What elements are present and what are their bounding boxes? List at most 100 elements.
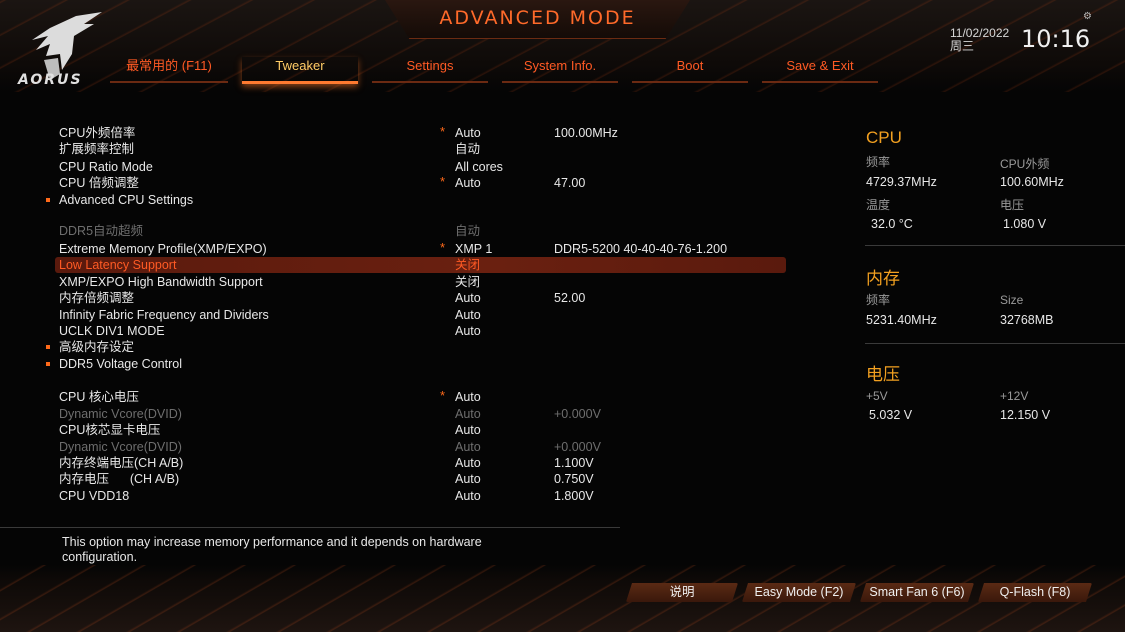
sidebar-memory-title: 内存: [866, 269, 900, 288]
setting-value[interactable]: Auto: [455, 290, 481, 306]
setting-row[interactable]: CPU 核心电压 * Auto: [0, 388, 790, 405]
setting-value[interactable]: Auto: [455, 389, 481, 405]
setting-value: Auto: [455, 440, 481, 454]
help-button[interactable]: 说明: [626, 583, 738, 602]
submenu-row[interactable]: Advanced CPU Settings: [0, 192, 790, 208]
cpu-volt-label: 电压: [1000, 198, 1025, 212]
tab-settings[interactable]: Settings: [372, 57, 488, 83]
setting-value[interactable]: Auto: [455, 323, 481, 339]
mem-size-value: 32768MB: [1000, 313, 1054, 327]
cpu-temp-value: 32.0 °C: [871, 217, 913, 231]
setting-value[interactable]: 自动: [455, 141, 480, 157]
setting-value[interactable]: All cores: [455, 159, 503, 175]
setting-label: Infinity Fabric Frequency and Dividers: [59, 308, 269, 322]
tab-system-info[interactable]: System Info.: [502, 57, 618, 83]
setting-current: 47.00: [554, 176, 586, 190]
setting-label: CPU Ratio Mode: [59, 160, 153, 174]
submenu-label: DDR5 Voltage Control: [59, 357, 182, 371]
cpu-bclk-value: 100.60MHz: [1000, 175, 1064, 189]
setting-label: UCLK DIV1 MODE: [59, 324, 165, 338]
setting-label: Dynamic Vcore(DVID): [59, 440, 182, 454]
setting-row[interactable]: CPU 倍频调整 * Auto 47.00: [0, 174, 790, 191]
setting-value[interactable]: Auto: [455, 488, 481, 504]
setting-value[interactable]: Auto: [455, 175, 481, 191]
star-icon: *: [440, 240, 446, 255]
setting-value[interactable]: 关闭: [455, 257, 480, 273]
setting-label: Extreme Memory Profile(XMP/EXPO): [59, 242, 267, 256]
setting-row[interactable]: CPU核芯显卡电压 Auto: [0, 422, 790, 438]
tab-save-exit[interactable]: Save & Exit: [762, 57, 878, 83]
v5-value: 5.032 V: [869, 408, 913, 422]
setting-label: XMP/EXPO High Bandwidth Support: [59, 275, 263, 289]
setting-value[interactable]: Auto: [455, 455, 481, 471]
setting-current: +0.000V: [554, 440, 601, 454]
setting-row: Dynamic Vcore(DVID) Auto +0.000V: [0, 406, 790, 422]
mem-freq-label: 频率: [866, 293, 891, 307]
gear-icon[interactable]: ⚙: [1083, 11, 1092, 22]
star-icon: *: [440, 124, 446, 139]
date-display: 11/02/2022 周三: [950, 27, 1009, 53]
submenu-label: 高级内存设定: [59, 340, 135, 354]
setting-label: Low Latency Support: [59, 258, 177, 272]
mode-title: ADVANCED MODE: [439, 7, 636, 29]
setting-current: 52.00: [554, 291, 586, 305]
cpu-temp-label: 温度: [866, 198, 891, 212]
setting-label: CPU核芯显卡电压: [59, 423, 161, 437]
setting-label: CPU 倍频调整: [59, 176, 139, 190]
setting-current: DDR5-5200 40-40-40-76-1.200: [554, 242, 728, 256]
setting-row[interactable]: Infinity Fabric Frequency and Dividers A…: [0, 307, 790, 323]
setting-current: 1.100V: [554, 456, 594, 470]
weekday: 周三: [950, 39, 975, 53]
sidebar-divider: [865, 343, 1125, 344]
q-flash-button[interactable]: Q-Flash (F8): [978, 583, 1092, 602]
setting-row[interactable]: Extreme Memory Profile(XMP/EXPO) * XMP 1…: [0, 240, 790, 257]
smart-fan-button[interactable]: Smart Fan 6 (F6): [860, 583, 974, 602]
setting-row-selected[interactable]: Low Latency Support 关闭: [55, 257, 786, 273]
setting-value[interactable]: Auto: [455, 471, 481, 487]
logo-text: AORUS: [18, 72, 83, 88]
setting-label: CPU外频倍率: [59, 126, 136, 140]
cpu-bclk-label: CPU外频: [1000, 157, 1050, 171]
setting-value[interactable]: Auto: [455, 307, 481, 323]
submenu-label: Advanced CPU Settings: [59, 193, 194, 207]
submenu-bullet-icon: [46, 345, 50, 349]
setting-row[interactable]: CPU VDD18 Auto 1.800V: [0, 488, 790, 504]
submenu-row[interactable]: DDR5 Voltage Control: [0, 356, 790, 372]
setting-row[interactable]: 内存电压 (CH A/B) Auto 0.750V: [0, 471, 790, 487]
cpu-freq-label: 频率: [866, 155, 891, 169]
setting-label: Dynamic Vcore(DVID): [59, 407, 182, 421]
setting-value[interactable]: Auto: [455, 422, 481, 438]
setting-value: Auto: [455, 407, 481, 421]
setting-row[interactable]: 扩展频率控制 自动: [0, 141, 790, 157]
tab-favorites[interactable]: 最常用的 (F11): [110, 57, 228, 83]
setting-row[interactable]: CPU Ratio Mode All cores: [0, 159, 790, 175]
tab-boot[interactable]: Boot: [632, 57, 748, 83]
easy-mode-button[interactable]: Easy Mode (F2): [742, 583, 856, 602]
help-text: This option may increase memory performa…: [62, 535, 482, 564]
setting-value: 自动: [455, 224, 481, 238]
setting-label: 内存倍频调整: [59, 291, 135, 305]
submenu-row[interactable]: 高级内存设定: [0, 339, 790, 355]
mem-size-label: Size: [1000, 293, 1024, 307]
clock: 10:16: [1021, 25, 1091, 53]
setting-row[interactable]: 内存终端电压(CH A/B) Auto 1.100V: [0, 455, 790, 471]
v5-label: +5V: [866, 389, 888, 403]
tab-tweaker[interactable]: Tweaker: [242, 57, 358, 84]
divider: [0, 527, 620, 528]
cpu-volt-value: 1.080 V: [1003, 217, 1047, 231]
setting-row[interactable]: XMP/EXPO High Bandwidth Support 关闭: [0, 274, 790, 290]
setting-current: +0.000V: [554, 407, 601, 421]
star-icon: *: [440, 174, 446, 189]
setting-row[interactable]: CPU外频倍率 * Auto 100.00MHz: [0, 124, 790, 141]
setting-value[interactable]: XMP 1: [455, 241, 492, 257]
submenu-bullet-icon: [46, 362, 50, 366]
setting-value[interactable]: 关闭: [455, 274, 480, 290]
setting-value[interactable]: Auto: [455, 125, 481, 141]
submenu-bullet-icon: [46, 198, 50, 202]
setting-label: 扩展频率控制: [59, 142, 135, 156]
setting-label: 内存电压 (CH A/B): [59, 472, 180, 486]
setting-row[interactable]: UCLK DIV1 MODE Auto: [0, 323, 790, 339]
mem-freq-value: 5231.40MHz: [866, 313, 937, 327]
setting-row[interactable]: 内存倍频调整 Auto 52.00: [0, 290, 790, 306]
setting-label: 内存终端电压(CH A/B): [59, 456, 184, 470]
